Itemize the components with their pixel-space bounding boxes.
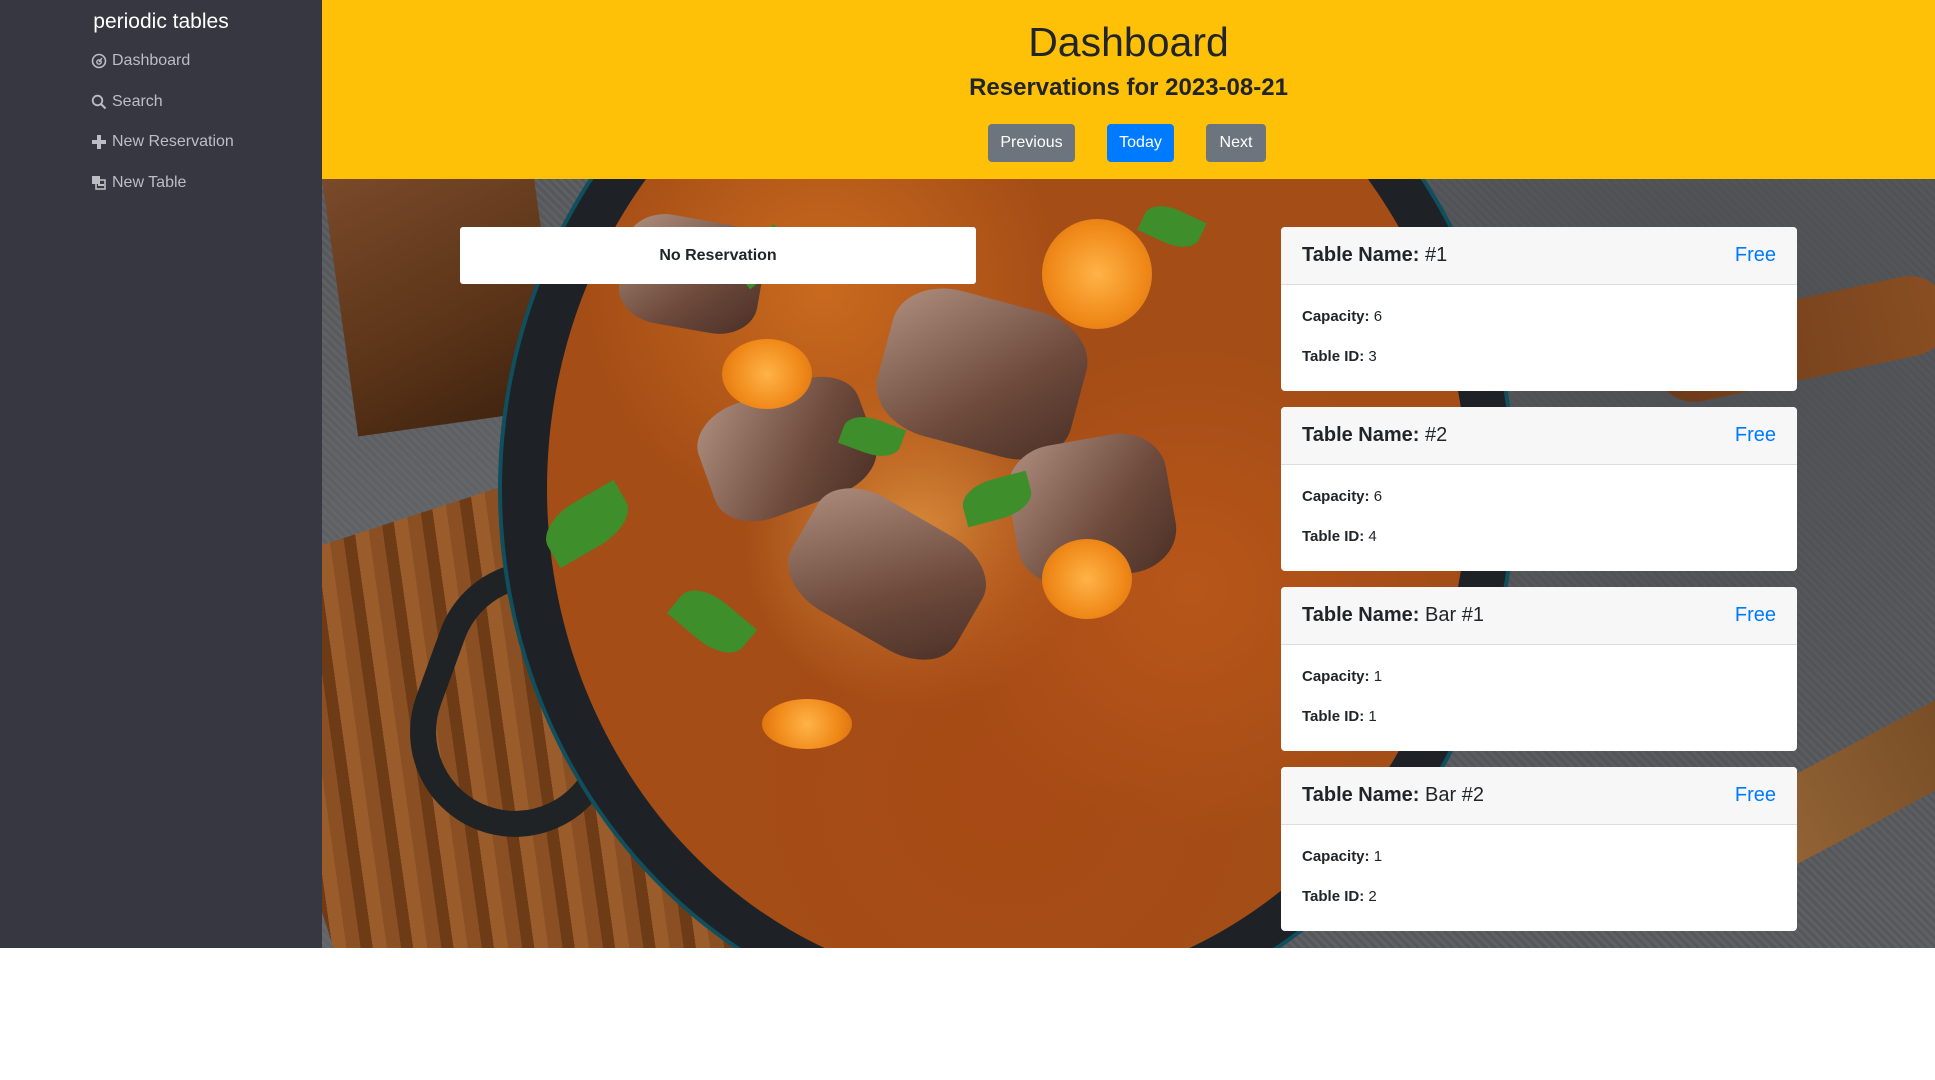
sidebar-item-label: New Reservation bbox=[112, 133, 234, 150]
table-capacity: Capacity: 6 bbox=[1302, 308, 1383, 325]
no-reservation-message: No Reservation bbox=[460, 227, 976, 284]
table-card-body: Capacity: 1 Table ID: 1 bbox=[1281, 645, 1797, 727]
sidebar-item-new-reservation[interactable]: New Reservation bbox=[90, 128, 234, 156]
sidebar-item-label: New Table bbox=[112, 174, 187, 191]
table-id: Table ID: 4 bbox=[1302, 528, 1377, 545]
table-name: Table Name: Bar #1 bbox=[1302, 604, 1484, 626]
sidebar-item-search[interactable]: Search bbox=[90, 88, 163, 116]
table-card-header: Table Name: Bar #1 Free bbox=[1281, 587, 1797, 645]
plus-icon bbox=[90, 133, 108, 151]
reservations-date-heading: Reservations for 2023-08-21 bbox=[969, 74, 1288, 101]
brand-title[interactable]: periodic tables bbox=[0, 8, 322, 36]
previous-button[interactable]: Previous bbox=[988, 124, 1075, 162]
table-name: Table Name: Bar #2 bbox=[1302, 784, 1484, 806]
dashboard-icon bbox=[90, 52, 108, 70]
sidebar-item-new-table[interactable]: New Table bbox=[90, 169, 186, 197]
background-image-carrot bbox=[722, 339, 812, 409]
today-button[interactable]: Today bbox=[1107, 124, 1174, 162]
sidebar: periodic tables Dashboard Search New Res… bbox=[0, 0, 322, 948]
table-id: Table ID: 1 bbox=[1302, 708, 1377, 725]
sidebar-item-dashboard[interactable]: Dashboard bbox=[90, 47, 190, 75]
background-image-carrot bbox=[762, 699, 852, 749]
search-icon bbox=[90, 93, 108, 111]
table-capacity: Capacity: 1 bbox=[1302, 668, 1383, 685]
table-capacity: Capacity: 6 bbox=[1302, 488, 1383, 505]
sidebar-item-label: Dashboard bbox=[112, 52, 191, 69]
table-status: Free bbox=[1734, 244, 1776, 266]
table-card-header: Table Name: #1 Free bbox=[1281, 227, 1797, 285]
sidebar-item-label: Search bbox=[112, 93, 163, 110]
background-image-carrot bbox=[1042, 539, 1132, 619]
table-capacity: Capacity: 1 bbox=[1302, 848, 1383, 865]
table-status: Free bbox=[1734, 424, 1776, 446]
next-button[interactable]: Next bbox=[1206, 124, 1266, 162]
table-id: Table ID: 3 bbox=[1302, 348, 1377, 365]
table-card-body: Capacity: 6 Table ID: 4 bbox=[1281, 465, 1797, 547]
table-card: Table Name: #1 Free Capacity: 6 Table ID… bbox=[1281, 227, 1797, 391]
table-card-body: Capacity: 6 Table ID: 3 bbox=[1281, 285, 1797, 367]
page-header: Dashboard Reservations for 2023-08-21 Pr… bbox=[322, 0, 1935, 179]
table-card: Table Name: #2 Free Capacity: 6 Table ID… bbox=[1281, 407, 1797, 571]
table-name: Table Name: #2 bbox=[1302, 424, 1448, 446]
table-status: Free bbox=[1734, 784, 1776, 806]
table-status: Free bbox=[1734, 604, 1776, 626]
table-card: Table Name: Bar #2 Free Capacity: 1 Tabl… bbox=[1281, 767, 1797, 931]
table-card: Table Name: Bar #1 Free Capacity: 1 Tabl… bbox=[1281, 587, 1797, 751]
table-card-header: Table Name: Bar #2 Free bbox=[1281, 767, 1797, 825]
page-title: Dashboard bbox=[1028, 19, 1229, 65]
table-card-header: Table Name: #2 Free bbox=[1281, 407, 1797, 465]
table-id: Table ID: 2 bbox=[1302, 888, 1377, 905]
table-name: Table Name: #1 bbox=[1302, 244, 1448, 266]
table-card-body: Capacity: 1 Table ID: 2 bbox=[1281, 825, 1797, 907]
layers-icon bbox=[90, 174, 108, 192]
background-image-carrot bbox=[1042, 219, 1152, 329]
